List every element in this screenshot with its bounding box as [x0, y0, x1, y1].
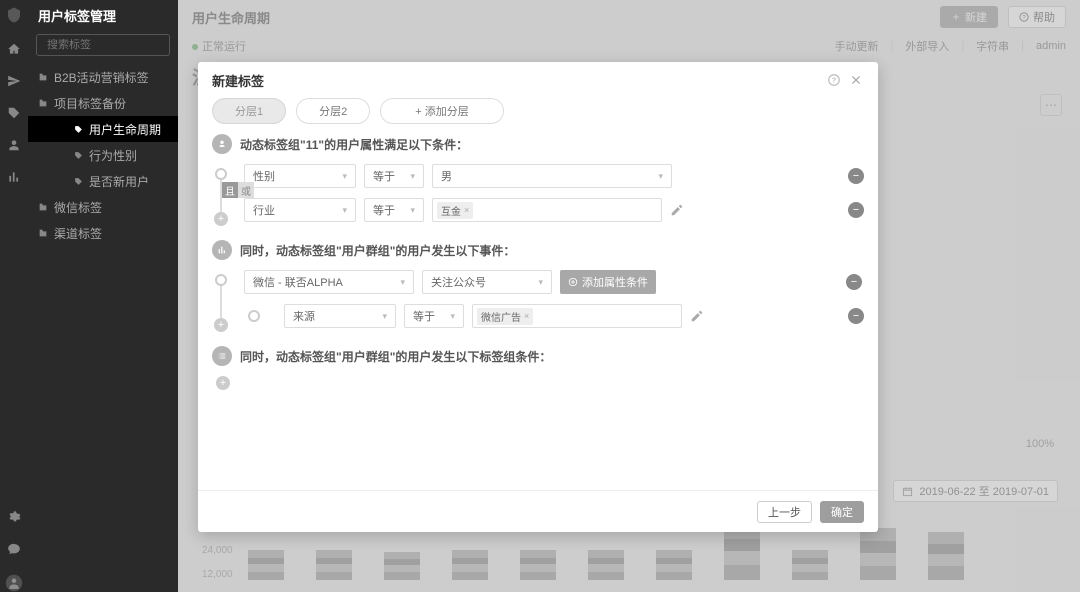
value-select-male[interactable]: 男▾	[432, 164, 672, 188]
chat-icon[interactable]	[7, 542, 21, 556]
home-icon[interactable]	[7, 42, 21, 56]
tag-tree: B2B活动营销标签 项目标签备份 用户生命周期 行为性别 是否新用户 微信标签 …	[28, 64, 178, 246]
folder-icon	[38, 202, 48, 212]
event-condition-section: 同时，动态标签组"用户群组"的用户发生以下事件： 微信 - 联否ALPHA▾ 关…	[212, 240, 864, 328]
field-select-source[interactable]: 来源▾	[284, 304, 396, 328]
event-badge-icon	[212, 240, 232, 260]
op-select-2[interactable]: 等于▾	[364, 198, 424, 222]
tag-icon	[74, 125, 83, 134]
chart-icon[interactable]	[7, 170, 21, 184]
search-input[interactable]	[47, 39, 189, 51]
field-select-industry[interactable]: 行业▾	[244, 198, 356, 222]
tree-folder-channel[interactable]: 渠道标签	[28, 220, 178, 246]
folder-icon	[38, 72, 48, 82]
remove-row-icon[interactable]: −	[848, 308, 864, 324]
tree-item-lifecycle[interactable]: 用户生命周期	[28, 116, 178, 142]
tab-add-layer[interactable]: + 添加分层	[380, 98, 503, 124]
attr-condition-section: 动态标签组"11"的用户属性满足以下条件： 且或 性别▾ 等于▾ 男▾ − 行业…	[212, 134, 864, 222]
plus-circle-icon	[568, 277, 578, 287]
add-condition-icon[interactable]: +	[214, 212, 228, 226]
create-tag-modal: 新建标签 ? 分层1 分层2 + 添加分层 动态标签组"11"的用户属性满足以下…	[198, 62, 878, 532]
add-condition-icon[interactable]: +	[216, 376, 230, 390]
tab-layer-2[interactable]: 分层2	[296, 98, 370, 124]
field-select-gender[interactable]: 性别▾	[244, 164, 356, 188]
tab-layer-1[interactable]: 分层1	[212, 98, 286, 124]
nav-rail	[0, 0, 28, 592]
remove-row-icon[interactable]: −	[848, 202, 864, 218]
modal-title: 新建标签	[212, 71, 264, 90]
tag-icon[interactable]	[7, 106, 21, 120]
remove-row-icon[interactable]: −	[848, 168, 864, 184]
modal-help-icon[interactable]: ?	[826, 72, 842, 88]
tree-folder-wechat[interactable]: 微信标签	[28, 194, 178, 220]
event-heading: 同时，动态标签组"用户群组"的用户发生以下事件：	[240, 242, 515, 259]
event-select[interactable]: 关注公众号▾	[422, 270, 552, 294]
remove-chip-icon[interactable]: ×	[524, 311, 529, 321]
tree-item-newuser[interactable]: 是否新用户	[28, 168, 178, 194]
tag-icon	[74, 177, 83, 186]
gear-icon[interactable]	[7, 510, 21, 524]
edit-icon[interactable]	[690, 309, 704, 323]
folder-icon	[38, 98, 48, 108]
tree-item-behavior[interactable]: 行为性别	[28, 142, 178, 168]
add-condition-icon[interactable]: +	[214, 318, 228, 332]
modal-footer: 上一步 确定	[198, 490, 878, 532]
sidebar: 用户标签管理 B2B活动营销标签 项目标签备份 用户生命周期 行为性别 是否新用…	[28, 0, 178, 592]
sidebar-title: 用户标签管理	[28, 0, 178, 34]
brand-icon	[5, 6, 23, 24]
folder-icon	[38, 228, 48, 238]
modal-header: 新建标签 ?	[198, 62, 878, 98]
event-row-1: 微信 - 联否ALPHA▾ 关注公众号▾ 添加属性条件 −	[244, 270, 864, 294]
prev-button[interactable]: 上一步	[757, 501, 812, 523]
confirm-button[interactable]: 确定	[820, 501, 864, 523]
close-icon[interactable]	[848, 72, 864, 88]
source-select[interactable]: 微信 - 联否ALPHA▾	[244, 270, 414, 294]
value-taginput-source[interactable]: 微信广告×	[472, 304, 682, 328]
op-select-1[interactable]: 等于▾	[364, 164, 424, 188]
event-row-2: 来源▾ 等于▾ 微信广告× −	[284, 304, 864, 328]
tree-folder-backup[interactable]: 项目标签备份	[28, 90, 178, 116]
attr-heading: 动态标签组"11"的用户属性满足以下条件：	[240, 136, 468, 153]
taggroup-heading: 同时，动态标签组"用户群组"的用户发生以下标签组条件：	[240, 348, 551, 365]
search-input-wrap[interactable]	[36, 34, 170, 56]
attr-row-1: 且或 性别▾ 等于▾ 男▾ −	[244, 164, 864, 188]
avatar-icon[interactable]	[5, 574, 23, 592]
layer-tabs: 分层1 分层2 + 添加分层	[212, 98, 864, 124]
attr-row-2: 行业▾ 等于▾ 互金× −	[244, 198, 864, 222]
remove-chip-icon[interactable]: ×	[464, 205, 469, 215]
attr-badge-icon	[212, 134, 232, 154]
send-icon[interactable]	[7, 74, 21, 88]
svg-text:?: ?	[832, 77, 836, 84]
tree-folder-b2b[interactable]: B2B活动营销标签	[28, 64, 178, 90]
taggroup-condition-section: 同时，动态标签组"用户群组"的用户发生以下标签组条件： +	[212, 346, 864, 396]
value-taginput-industry[interactable]: 互金×	[432, 198, 662, 222]
edit-icon[interactable]	[670, 203, 684, 217]
tag-icon	[74, 151, 83, 160]
user-icon[interactable]	[7, 138, 21, 152]
op-select-3[interactable]: 等于▾	[404, 304, 464, 328]
and-or-toggle[interactable]: 且或	[222, 182, 254, 198]
list-badge-icon	[212, 346, 232, 366]
remove-row-icon[interactable]: −	[846, 274, 862, 290]
add-property-button[interactable]: 添加属性条件	[560, 270, 656, 294]
